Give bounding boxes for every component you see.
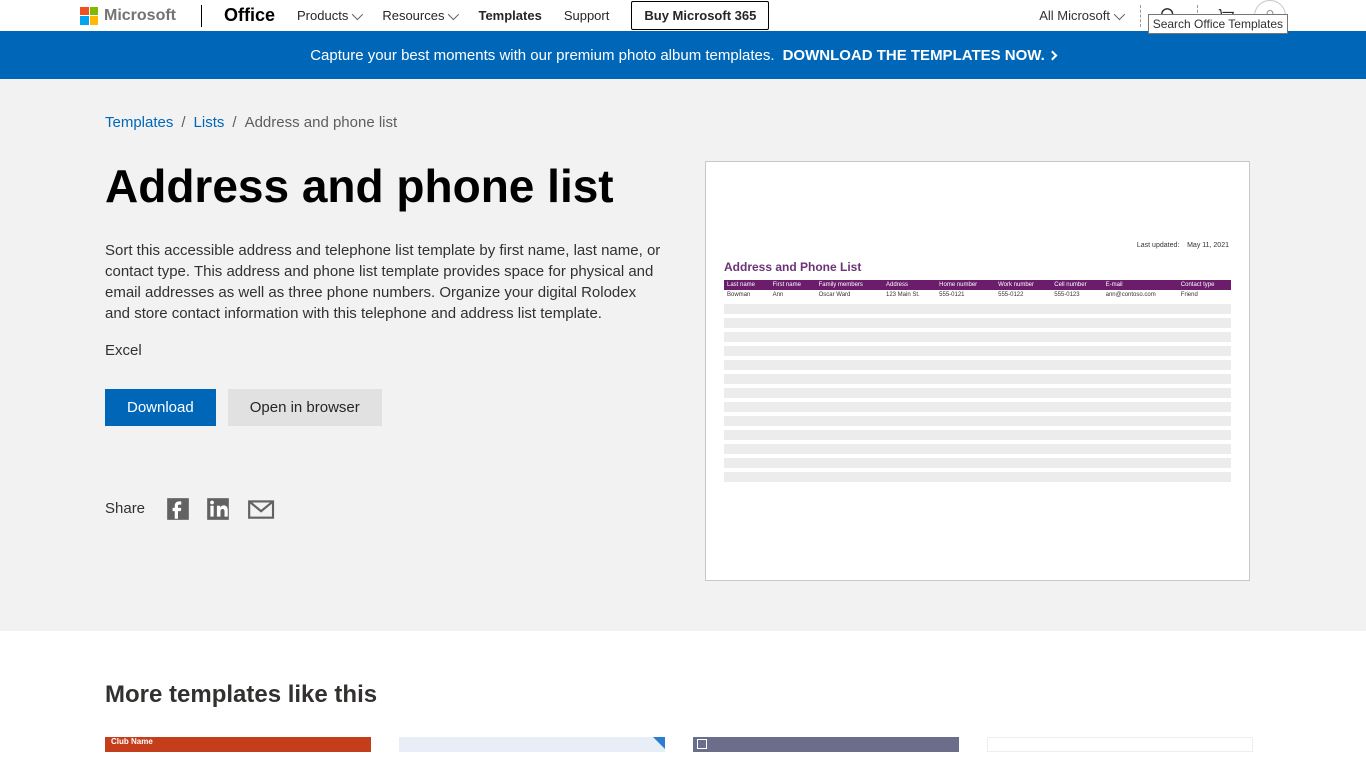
share-email[interactable]: [245, 496, 271, 522]
preview-table: Last name First name Family members Addr…: [724, 280, 1231, 482]
top-nav: Microsoft Office Products Resources Temp…: [0, 0, 1366, 31]
template-card[interactable]: [693, 737, 959, 752]
download-label: Download: [127, 399, 194, 416]
facebook-icon: [165, 496, 191, 522]
chevron-down-icon: [448, 8, 459, 19]
share-label: Share: [105, 500, 145, 517]
microsoft-logo-text: Microsoft: [104, 7, 176, 25]
nav-products[interactable]: Products: [297, 8, 360, 23]
divider: [201, 5, 202, 27]
promo-banner: Capture your best moments with our premi…: [0, 31, 1366, 79]
breadcrumb-templates[interactable]: Templates: [105, 114, 173, 131]
nav-support[interactable]: Support: [564, 8, 610, 23]
preview-data-row: Bowman Ann Oscar Ward 123 Main St. 555-0…: [724, 290, 1231, 300]
nav-resources-label: Resources: [382, 8, 444, 23]
share-row: Share: [105, 496, 665, 522]
nav-support-label: Support: [564, 8, 610, 23]
open-in-browser-button[interactable]: Open in browser: [228, 389, 382, 426]
template-card[interactable]: Club Name: [105, 737, 371, 752]
banner-text: Capture your best moments with our premi…: [310, 47, 774, 64]
preview-title: Address and Phone List: [724, 260, 1231, 274]
open-label: Open in browser: [250, 399, 360, 416]
download-button[interactable]: Download: [105, 389, 216, 426]
divider: [1140, 5, 1141, 27]
search-tooltip: Search Office Templates: [1148, 14, 1288, 34]
app-label: Excel: [105, 342, 665, 359]
template-card[interactable]: [987, 737, 1253, 752]
preview-last-updated: Last updated: May 11, 2021: [1137, 242, 1229, 249]
nav-products-label: Products: [297, 8, 348, 23]
action-buttons: Download Open in browser: [105, 389, 665, 426]
more-templates-row: Club Name: [105, 737, 1261, 752]
template-card[interactable]: [399, 737, 665, 752]
banner-cta-link[interactable]: DOWNLOAD THE TEMPLATES NOW.: [783, 47, 1056, 64]
page-title: Address and phone list: [105, 161, 665, 212]
chevron-right-icon: [1047, 50, 1057, 60]
linkedin-icon: [205, 496, 231, 522]
breadcrumb-lists[interactable]: Lists: [194, 114, 225, 131]
share-linkedin[interactable]: [205, 496, 231, 522]
microsoft-logo[interactable]: Microsoft: [80, 7, 176, 25]
chevron-down-icon: [1114, 8, 1125, 19]
chevron-down-icon: [352, 8, 363, 19]
breadcrumb-sep: /: [232, 114, 236, 131]
share-facebook[interactable]: [165, 496, 191, 522]
more-templates-section: More templates like this Club Name: [0, 631, 1366, 752]
preview-header-row: Last name First name Family members Addr…: [724, 280, 1231, 290]
all-microsoft-dropdown[interactable]: All Microsoft: [1039, 8, 1122, 23]
banner-cta-label: DOWNLOAD THE TEMPLATES NOW.: [783, 47, 1045, 64]
template-card-label: Club Name: [111, 737, 153, 746]
template-info: Address and phone list Sort this accessi…: [105, 161, 665, 522]
more-templates-title: More templates like this: [105, 681, 1261, 709]
breadcrumb-current: Address and phone list: [245, 114, 398, 131]
buy-button-label: Buy Microsoft 365: [644, 8, 756, 23]
breadcrumb-sep: /: [181, 114, 185, 131]
nav-templates[interactable]: Templates: [478, 8, 541, 23]
office-brand[interactable]: Office: [224, 5, 275, 26]
microsoft-logo-icon: [80, 7, 98, 25]
nav-resources[interactable]: Resources: [382, 8, 456, 23]
buy-microsoft-365-button[interactable]: Buy Microsoft 365: [631, 1, 769, 30]
template-description: Sort this accessible address and telepho…: [105, 240, 665, 324]
template-preview: Last updated: May 11, 2021 Address and P…: [705, 161, 1250, 581]
nav-templates-label: Templates: [478, 8, 541, 23]
email-icon: [245, 496, 275, 522]
breadcrumb: Templates / Lists / Address and phone li…: [105, 114, 1261, 131]
all-microsoft-label: All Microsoft: [1039, 8, 1110, 23]
nav-links: Products Resources Templates Support Buy…: [297, 1, 769, 30]
main-section: Templates / Lists / Address and phone li…: [0, 79, 1366, 631]
